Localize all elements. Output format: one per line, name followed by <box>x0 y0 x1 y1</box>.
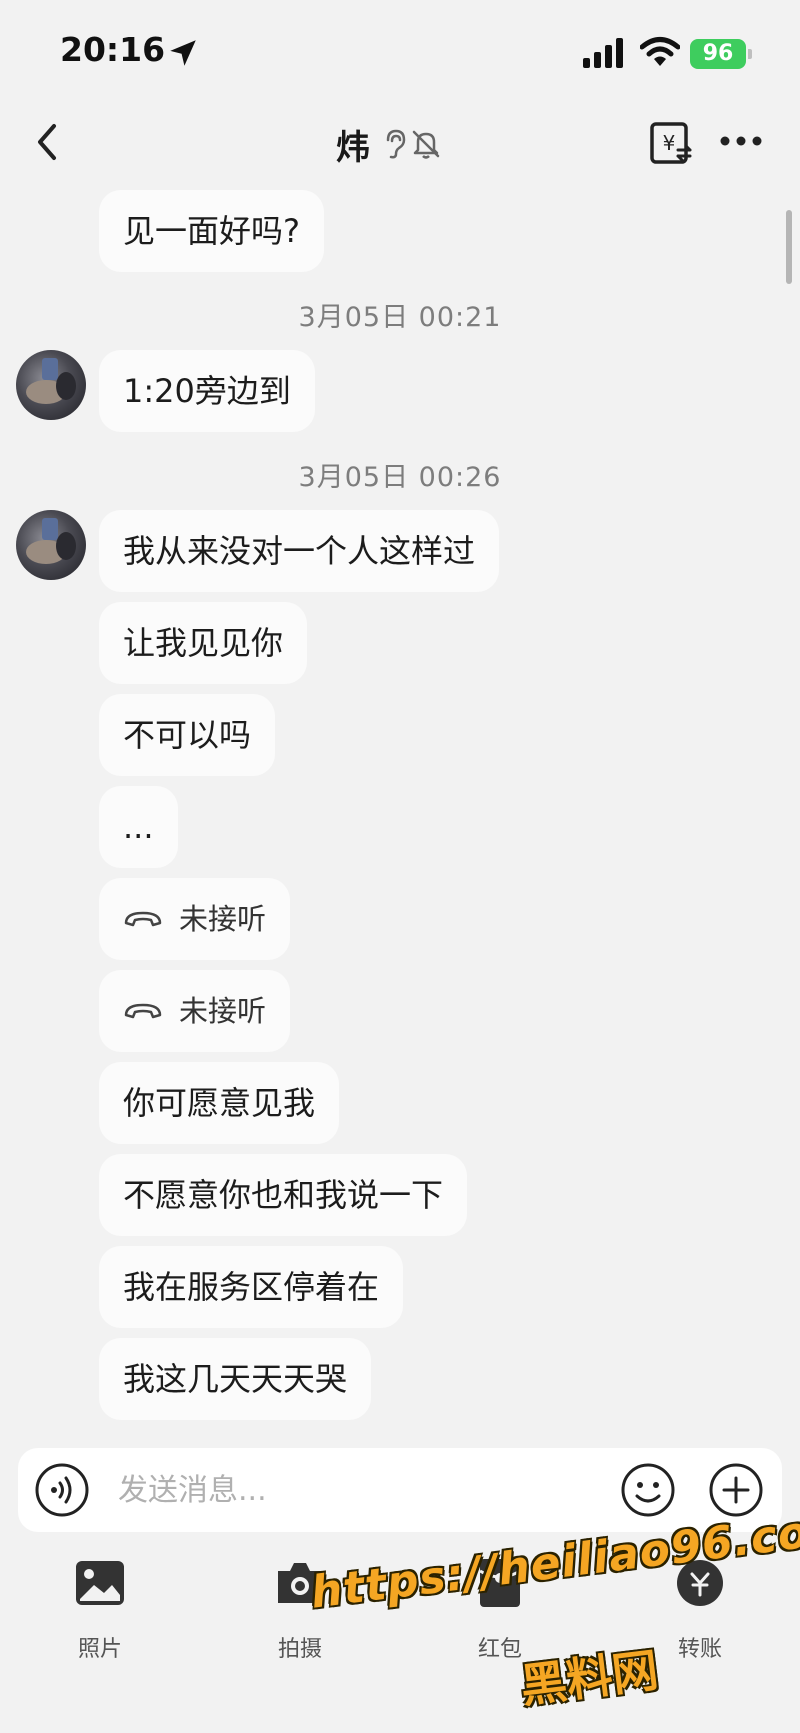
message-input[interactable] <box>118 1448 558 1532</box>
status-time: 20:16 <box>60 30 166 69</box>
svg-text:¥: ¥ <box>663 131 676 155</box>
timestamp: 3月05日 00:21 <box>298 302 502 333</box>
ear-icon <box>386 129 406 159</box>
phone-hangup-icon <box>124 911 162 927</box>
message-input-bar <box>18 1448 782 1532</box>
contact-avatar[interactable] <box>16 510 86 580</box>
message-bubble[interactable]: 不可以吗 <box>99 694 276 776</box>
bell-muted-icon <box>412 130 440 159</box>
back-icon[interactable] <box>30 118 66 166</box>
cellular-signal-icon <box>583 38 623 68</box>
photo-icon <box>76 1561 124 1605</box>
message-bubble[interactable]: 1:20旁边到 <box>99 350 315 432</box>
message-bubble[interactable]: ... <box>99 786 178 868</box>
missed-call-bubble[interactable]: 未接听 <box>99 878 291 960</box>
message-bubble[interactable]: 我这几天天天哭 <box>99 1338 372 1420</box>
toolbar-label: 转账 <box>677 1637 722 1662</box>
scroll-indicator[interactable] <box>786 210 792 284</box>
message-bubble[interactable]: 我在服务区停着在 <box>99 1246 404 1328</box>
avatar-photo <box>26 358 76 404</box>
toolbar-label: 拍摄 <box>277 1637 322 1662</box>
battery-indicator: 96 <box>690 39 752 69</box>
toolbar-photo[interactable]: 照片 <box>40 1557 160 1677</box>
message-bubble[interactable]: 见一面好吗? <box>99 190 324 272</box>
timestamp: 3月05日 00:26 <box>298 462 502 493</box>
toolbar-label: 照片 <box>77 1637 122 1662</box>
wifi-icon <box>640 37 680 66</box>
missed-call-bubble[interactable]: 未接听 <box>99 970 291 1052</box>
chat-header: 炜 ¥ <box>0 100 800 190</box>
battery-level: 96 <box>702 41 734 66</box>
voice-input-icon[interactable] <box>34 1462 90 1518</box>
phone-hangup-icon <box>124 1003 162 1019</box>
message-bubble[interactable]: 让我见见你 <box>99 602 308 684</box>
emoji-icon[interactable] <box>620 1462 676 1518</box>
location-arrow-icon <box>170 40 196 66</box>
message-bubble[interactable]: 我从来没对一个人这样过 <box>99 510 500 592</box>
contact-avatar[interactable] <box>16 350 86 420</box>
more-icon[interactable] <box>718 126 764 156</box>
message-bubble[interactable]: 不愿意你也和我说一下 <box>99 1154 468 1236</box>
transfer-icon[interactable]: ¥ <box>648 120 694 166</box>
add-more-icon[interactable] <box>708 1462 764 1518</box>
message-bubble[interactable]: 你可愿意见我 <box>99 1062 340 1144</box>
status-bar: 20:16 96 <box>0 0 800 100</box>
contact-name[interactable]: 炜 <box>336 120 370 169</box>
avatar-photo <box>26 518 76 564</box>
